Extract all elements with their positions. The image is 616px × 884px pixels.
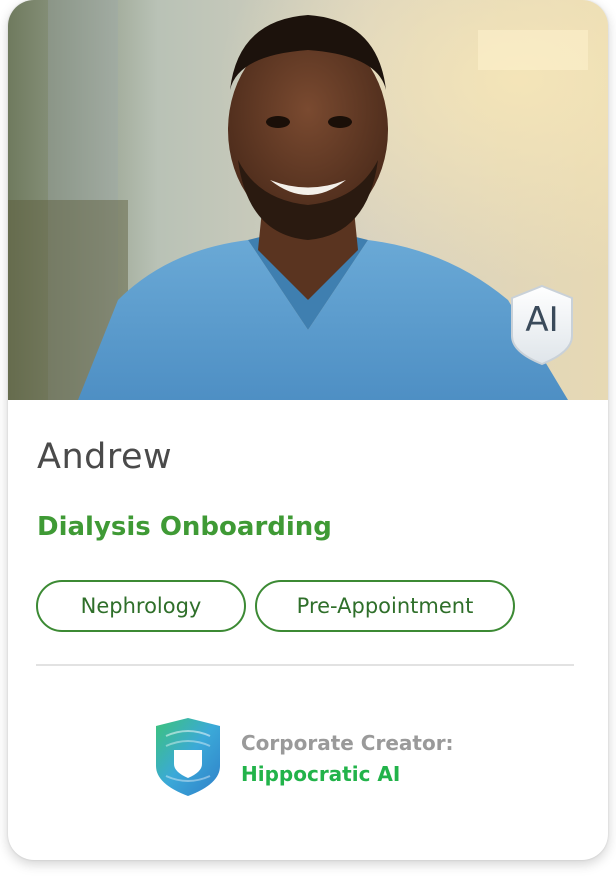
creator-name-link[interactable]: Hippocratic AI [241,762,400,786]
creator-label: Corporate Creator: [241,731,454,755]
tag-pre-appointment[interactable]: Pre-Appointment [255,580,515,632]
program-title: Dialysis Onboarding [37,512,332,542]
shield-logo-icon [154,716,222,798]
agent-card[interactable]: AI Andrew Dialysis Onboarding Nephrology… [8,0,608,860]
agent-name: Andrew [37,437,173,477]
tag-nephrology[interactable]: Nephrology [36,580,246,632]
ai-badge-label: AI [525,300,559,340]
tag-list: Nephrology Pre-Appointment [36,580,515,632]
divider [36,664,574,666]
ai-shield-icon: AI [509,284,575,366]
